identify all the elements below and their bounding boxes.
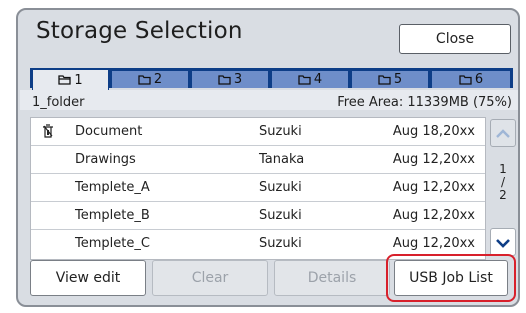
folder-icon bbox=[138, 74, 151, 85]
folder-icon bbox=[459, 74, 472, 85]
tab-folder-2[interactable]: 2 bbox=[111, 70, 189, 88]
file-row[interactable]: Document Suzuki Aug 18,20xx bbox=[31, 118, 485, 146]
folder-icon bbox=[298, 74, 311, 85]
tab-label: 1 bbox=[74, 72, 83, 88]
file-row[interactable]: Templete_B Suzuki Aug 12,20xx bbox=[31, 202, 485, 230]
folder-tab-bar: 1 2 3 4 5 6 bbox=[30, 68, 513, 90]
folder-icon bbox=[378, 74, 391, 85]
dialog-title: Storage Selection bbox=[36, 18, 243, 44]
chevron-down-icon bbox=[495, 233, 511, 252]
list-scrollbar: 1 / 2 bbox=[486, 117, 518, 260]
protected-document-icon bbox=[41, 123, 55, 143]
tab-folder-6[interactable]: 6 bbox=[431, 70, 511, 88]
file-name: Templete_B bbox=[75, 208, 150, 223]
file-name: Document bbox=[75, 124, 143, 139]
folder-icon bbox=[218, 74, 231, 85]
file-row[interactable]: Templete_A Suzuki Aug 12,20xx bbox=[31, 174, 485, 202]
details-button[interactable]: Details bbox=[274, 260, 390, 296]
tab-label: 3 bbox=[233, 72, 243, 87]
file-owner: Suzuki bbox=[259, 180, 302, 195]
free-area-label: Free Area: 11339MB (75%) bbox=[337, 95, 512, 110]
tab-folder-1[interactable]: 1 bbox=[32, 69, 109, 90]
highlight-outline bbox=[386, 254, 516, 302]
tab-label: 6 bbox=[474, 72, 484, 87]
tab-label: 4 bbox=[313, 72, 323, 87]
file-owner: Suzuki bbox=[259, 124, 302, 139]
file-name: Templete_A bbox=[75, 180, 150, 195]
file-date: Aug 18,20xx bbox=[392, 124, 475, 139]
open-folder-icon bbox=[58, 75, 72, 85]
file-owner: Suzuki bbox=[259, 236, 302, 251]
clear-button[interactable]: Clear bbox=[152, 260, 268, 296]
scroll-up-button[interactable] bbox=[490, 119, 516, 147]
file-date: Aug 12,20xx bbox=[392, 180, 475, 195]
tab-folder-5[interactable]: 5 bbox=[351, 70, 429, 88]
tab-folder-3[interactable]: 3 bbox=[191, 70, 269, 88]
file-name: Templete_C bbox=[75, 236, 150, 251]
tab-label: 5 bbox=[393, 72, 403, 87]
file-date: Aug 12,20xx bbox=[392, 208, 475, 223]
close-button[interactable]: Close bbox=[399, 24, 511, 54]
storage-selection-dialog: Storage Selection Close 1 2 3 4 5 6 1_fo… bbox=[16, 8, 520, 307]
file-name: Drawings bbox=[75, 152, 136, 167]
scroll-down-button[interactable] bbox=[490, 228, 516, 256]
tab-label: 2 bbox=[153, 72, 163, 87]
file-date: Aug 12,20xx bbox=[392, 236, 475, 251]
file-row[interactable]: Drawings Tanaka Aug 12,20xx bbox=[31, 146, 485, 174]
file-owner: Suzuki bbox=[259, 208, 302, 223]
view-edit-button[interactable]: View edit bbox=[30, 260, 146, 296]
file-owner: Tanaka bbox=[259, 152, 305, 167]
total-pages: 2 bbox=[499, 188, 507, 202]
current-folder-name: 1_folder bbox=[32, 95, 85, 110]
file-list: Document Suzuki Aug 18,20xx Drawings Tan… bbox=[30, 117, 486, 260]
tab-folder-4[interactable]: 4 bbox=[271, 70, 349, 88]
chevron-up-icon bbox=[495, 124, 511, 143]
page-indicator: 1 / 2 bbox=[486, 163, 518, 202]
file-date: Aug 12,20xx bbox=[392, 152, 475, 167]
